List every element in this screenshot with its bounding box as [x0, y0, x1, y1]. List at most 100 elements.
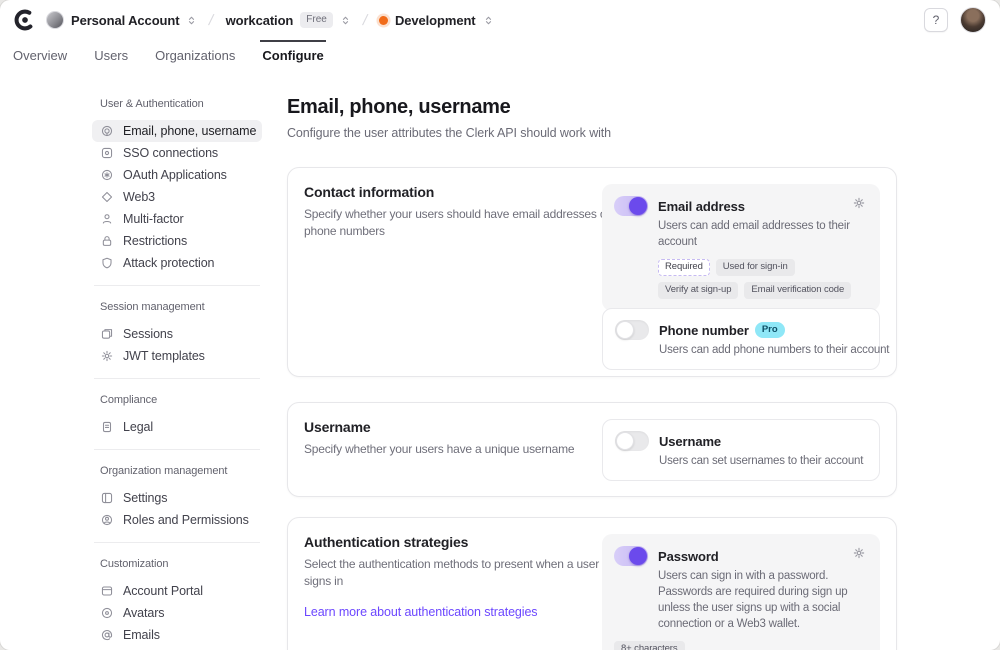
email-badge-list: Required Used for sign-in Verify at sign… [658, 259, 868, 299]
phone-number-toggle[interactable] [615, 320, 649, 340]
email-address-toggle[interactable] [614, 196, 648, 216]
roles-icon [100, 513, 114, 527]
settings-sidebar: User & Authentication Email, phone, user… [92, 93, 262, 646]
breadcrumb-application[interactable]: workcation Free [226, 12, 351, 28]
password-toggle[interactable] [614, 546, 648, 566]
password-panel: Password Users can sign in with a passwo… [602, 534, 880, 650]
username-card: Username Specify whether your users have… [287, 402, 897, 497]
account-avatar [46, 11, 64, 29]
card-description: Select the authentication methods to pre… [304, 556, 626, 590]
top-bar-actions: ? [924, 7, 986, 33]
breadcrumb-environment[interactable]: Development [379, 13, 494, 28]
authentication-strategies-card: Authentication strategies Select the aut… [287, 517, 897, 650]
tab-organizations[interactable]: Organizations [155, 40, 235, 70]
panel-description: Users can set usernames to their account [659, 453, 867, 469]
required-badge: Required [658, 259, 710, 276]
clerk-logo[interactable] [14, 9, 36, 31]
org-settings-icon [100, 491, 114, 505]
username-toggle[interactable] [615, 431, 649, 451]
plan-badge: Free [300, 12, 333, 28]
sidebar-item-sessions[interactable]: Sessions [92, 323, 262, 345]
sidebar-item-oauth-applications[interactable]: OAuth Applications [92, 164, 262, 186]
tab-overview[interactable]: Overview [13, 40, 67, 70]
clerk-logo-icon [14, 9, 36, 31]
legal-icon [100, 420, 114, 434]
lock-icon [100, 234, 114, 248]
tab-bar: Overview Users Organizations Configure [0, 40, 1000, 70]
panel-title: Email address [658, 199, 745, 214]
toggle-knob [616, 321, 634, 339]
panel-description: Users can sign in with a password. Passw… [658, 568, 868, 632]
email-verification-code-badge: Email verification code [744, 282, 851, 299]
panel-title: Password [658, 549, 719, 564]
shield-icon [100, 256, 114, 270]
top-bar: Personal Account / workcation Free / Dev… [0, 0, 1000, 40]
breadcrumb-divider: / [359, 12, 371, 29]
sidebar-item-roles-permissions[interactable]: Roles and Permissions [92, 509, 262, 531]
sidebar-item-restrictions[interactable]: Restrictions [92, 230, 262, 252]
sso-icon [100, 146, 114, 160]
help-button[interactable]: ? [924, 8, 948, 32]
panel-description: Users can add phone numbers to their acc… [659, 342, 867, 358]
app-window: Personal Account / workcation Free / Dev… [0, 0, 1000, 650]
sidebar-item-legal[interactable]: Legal [92, 416, 262, 438]
chevron-updown-icon [483, 15, 494, 26]
section-label: Session management [92, 296, 262, 318]
portal-icon [100, 584, 114, 598]
toggle-knob [616, 432, 634, 450]
gear-icon [852, 196, 866, 210]
section-label: Compliance [92, 389, 262, 411]
section-label: User & Authentication [92, 93, 262, 115]
section-label: Customization [92, 553, 262, 575]
oauth-icon [100, 168, 114, 182]
tab-users[interactable]: Users [94, 40, 128, 70]
sidebar-item-attack-protection[interactable]: Attack protection [92, 252, 262, 274]
multi-factor-icon [100, 212, 114, 226]
contact-information-card: Contact information Specify whether your… [287, 167, 897, 377]
avatars-icon [100, 606, 114, 620]
sidebar-item-multi-factor[interactable]: Multi-factor [92, 208, 262, 230]
main-content: Email, phone, username Configure the use… [287, 95, 897, 650]
environment-name: Development [395, 13, 476, 28]
web3-icon [100, 190, 114, 204]
phone-number-panel: Phone number Pro Users can add phone num… [602, 308, 880, 370]
password-length-badge: 8+ characters [614, 641, 685, 650]
panel-description: Users can add email addresses to their a… [658, 218, 864, 250]
sidebar-divider [92, 531, 262, 553]
sidebar-item-avatars[interactable]: Avatars [92, 602, 262, 624]
toggle-knob [629, 547, 647, 565]
breadcrumb-account[interactable]: Personal Account [46, 11, 197, 29]
sidebar-item-org-settings[interactable]: Settings [92, 487, 262, 509]
user-avatar[interactable] [960, 7, 986, 33]
sidebar-item-email-phone-username[interactable]: Email, phone, username [92, 120, 262, 142]
help-label: ? [933, 13, 940, 27]
sidebar-divider [92, 274, 262, 296]
used-for-sign-in-badge: Used for sign-in [716, 259, 795, 276]
sidebar-item-web3[interactable]: Web3 [92, 186, 262, 208]
pro-badge: Pro [755, 322, 785, 338]
sidebar-item-account-portal[interactable]: Account Portal [92, 580, 262, 602]
gear-icon [852, 546, 866, 560]
email-address-panel: Email address Users can add email addres… [602, 184, 880, 311]
page-title: Email, phone, username [287, 95, 897, 119]
sidebar-divider [92, 367, 262, 389]
sidebar-item-sso-connections[interactable]: SSO connections [92, 142, 262, 164]
section-label: Organization management [92, 460, 262, 482]
environment-dot-icon [379, 16, 388, 25]
panel-title: Username [659, 434, 721, 449]
sidebar-item-emails[interactable]: Emails [92, 624, 262, 646]
sidebar-item-jwt-templates[interactable]: JWT templates [92, 345, 262, 367]
fingerprint-icon [100, 124, 114, 138]
tab-configure[interactable]: Configure [262, 40, 323, 70]
password-badge-list: 8+ characters Reject compromised on sign… [614, 641, 868, 650]
org-name: workcation [226, 13, 294, 28]
card-description: Specify whether your users should have e… [304, 206, 626, 240]
password-settings-button[interactable] [852, 546, 868, 562]
chevron-updown-icon [340, 15, 351, 26]
verify-at-sign-up-badge: Verify at sign-up [658, 282, 738, 299]
email-settings-button[interactable] [852, 196, 868, 212]
learn-more-link[interactable]: Learn more about authentication strategi… [304, 605, 537, 619]
username-panel: Username Users can set usernames to thei… [602, 419, 880, 481]
breadcrumb-divider: / [206, 12, 218, 29]
sidebar-divider [92, 438, 262, 460]
